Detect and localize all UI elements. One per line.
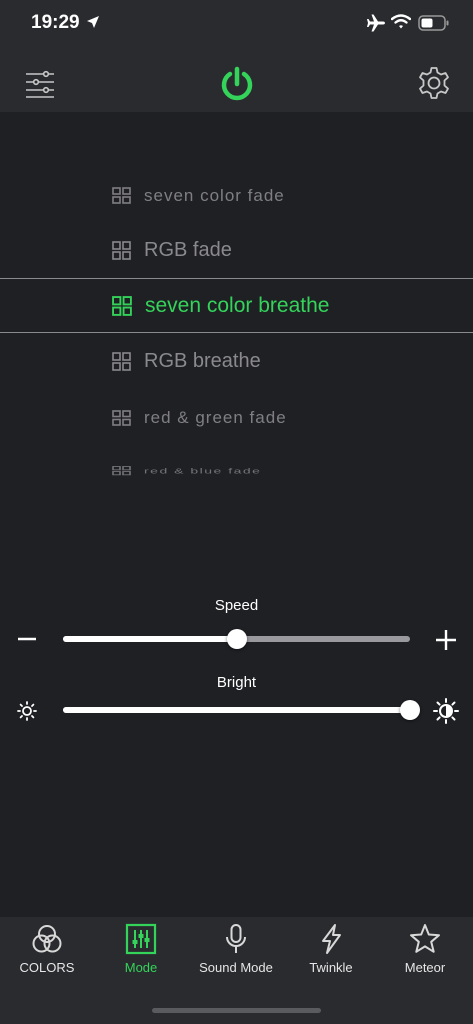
grid-icon bbox=[112, 295, 132, 316]
mode-label: red & blue fade bbox=[144, 466, 262, 476]
grid-icon bbox=[112, 351, 131, 371]
selection-line-top bbox=[0, 278, 473, 279]
microphone-icon bbox=[226, 924, 246, 953]
grid-icon bbox=[112, 466, 131, 476]
mode-picker[interactable]: seven color fade RGB fade seven color br… bbox=[0, 112, 473, 512]
mode-label: seven color breathe bbox=[145, 294, 330, 317]
tab-mode[interactable]: Mode bbox=[94, 917, 188, 987]
tab-label: Mode bbox=[124, 960, 158, 975]
home-indicator bbox=[152, 1008, 321, 1013]
grid-icon bbox=[112, 240, 131, 260]
tab-sound-mode[interactable]: Sound Mode bbox=[189, 917, 283, 987]
mode-icon bbox=[125, 923, 157, 955]
mode-item[interactable]: red & green fade bbox=[112, 408, 287, 428]
star-icon bbox=[410, 924, 440, 953]
wifi-icon bbox=[391, 14, 411, 29]
tab-twinkle[interactable]: Twinkle bbox=[284, 917, 378, 987]
minus-icon[interactable] bbox=[16, 628, 38, 650]
sliders-menu-icon[interactable] bbox=[24, 68, 56, 98]
grid-icon bbox=[112, 409, 131, 426]
mode-item[interactable]: seven color fade bbox=[112, 186, 285, 206]
plus-icon[interactable] bbox=[434, 628, 458, 652]
tab-label: COLORS bbox=[19, 960, 75, 975]
top-bar bbox=[0, 50, 473, 112]
speed-slider-knob[interactable] bbox=[226, 629, 247, 649]
mode-item-selected[interactable]: seven color breathe bbox=[112, 294, 329, 318]
speed-track-fill bbox=[63, 636, 237, 642]
mode-label: red & green fade bbox=[144, 408, 287, 427]
tab-meteor[interactable]: Meteor bbox=[378, 917, 472, 987]
mode-label: seven color fade bbox=[144, 186, 285, 205]
mode-item[interactable]: RGB breathe bbox=[112, 350, 261, 373]
bright-label: Bright bbox=[216, 674, 257, 691]
location-arrow-icon bbox=[87, 16, 99, 28]
mode-label: RGB breathe bbox=[144, 350, 261, 372]
brightness-high-icon[interactable] bbox=[432, 697, 460, 725]
grid-icon bbox=[112, 187, 131, 204]
mode-item[interactable]: red & blue fade bbox=[112, 466, 261, 476]
bright-slider-knob[interactable] bbox=[400, 700, 420, 720]
tab-label: Twinkle bbox=[309, 960, 353, 975]
brightness-low-icon[interactable] bbox=[16, 700, 38, 722]
mode-label: RGB fade bbox=[144, 239, 232, 261]
battery-icon bbox=[418, 15, 449, 31]
power-icon[interactable] bbox=[219, 66, 255, 102]
mode-item[interactable]: RGB fade bbox=[112, 239, 232, 262]
lightning-icon bbox=[322, 924, 341, 954]
bright-track-fill bbox=[63, 707, 410, 713]
tab-colors[interactable]: COLORS bbox=[0, 917, 94, 987]
tab-label: Sound Mode bbox=[199, 960, 273, 975]
speed-label: Speed bbox=[214, 597, 259, 614]
gear-icon[interactable] bbox=[417, 66, 451, 100]
colors-icon bbox=[32, 925, 62, 953]
selection-line-bottom bbox=[0, 332, 473, 333]
airplane-mode-icon bbox=[367, 14, 385, 32]
status-time: 19:29 bbox=[31, 12, 80, 33]
status-bar: 19:29 bbox=[0, 0, 473, 50]
tab-label: Meteor bbox=[404, 960, 446, 975]
